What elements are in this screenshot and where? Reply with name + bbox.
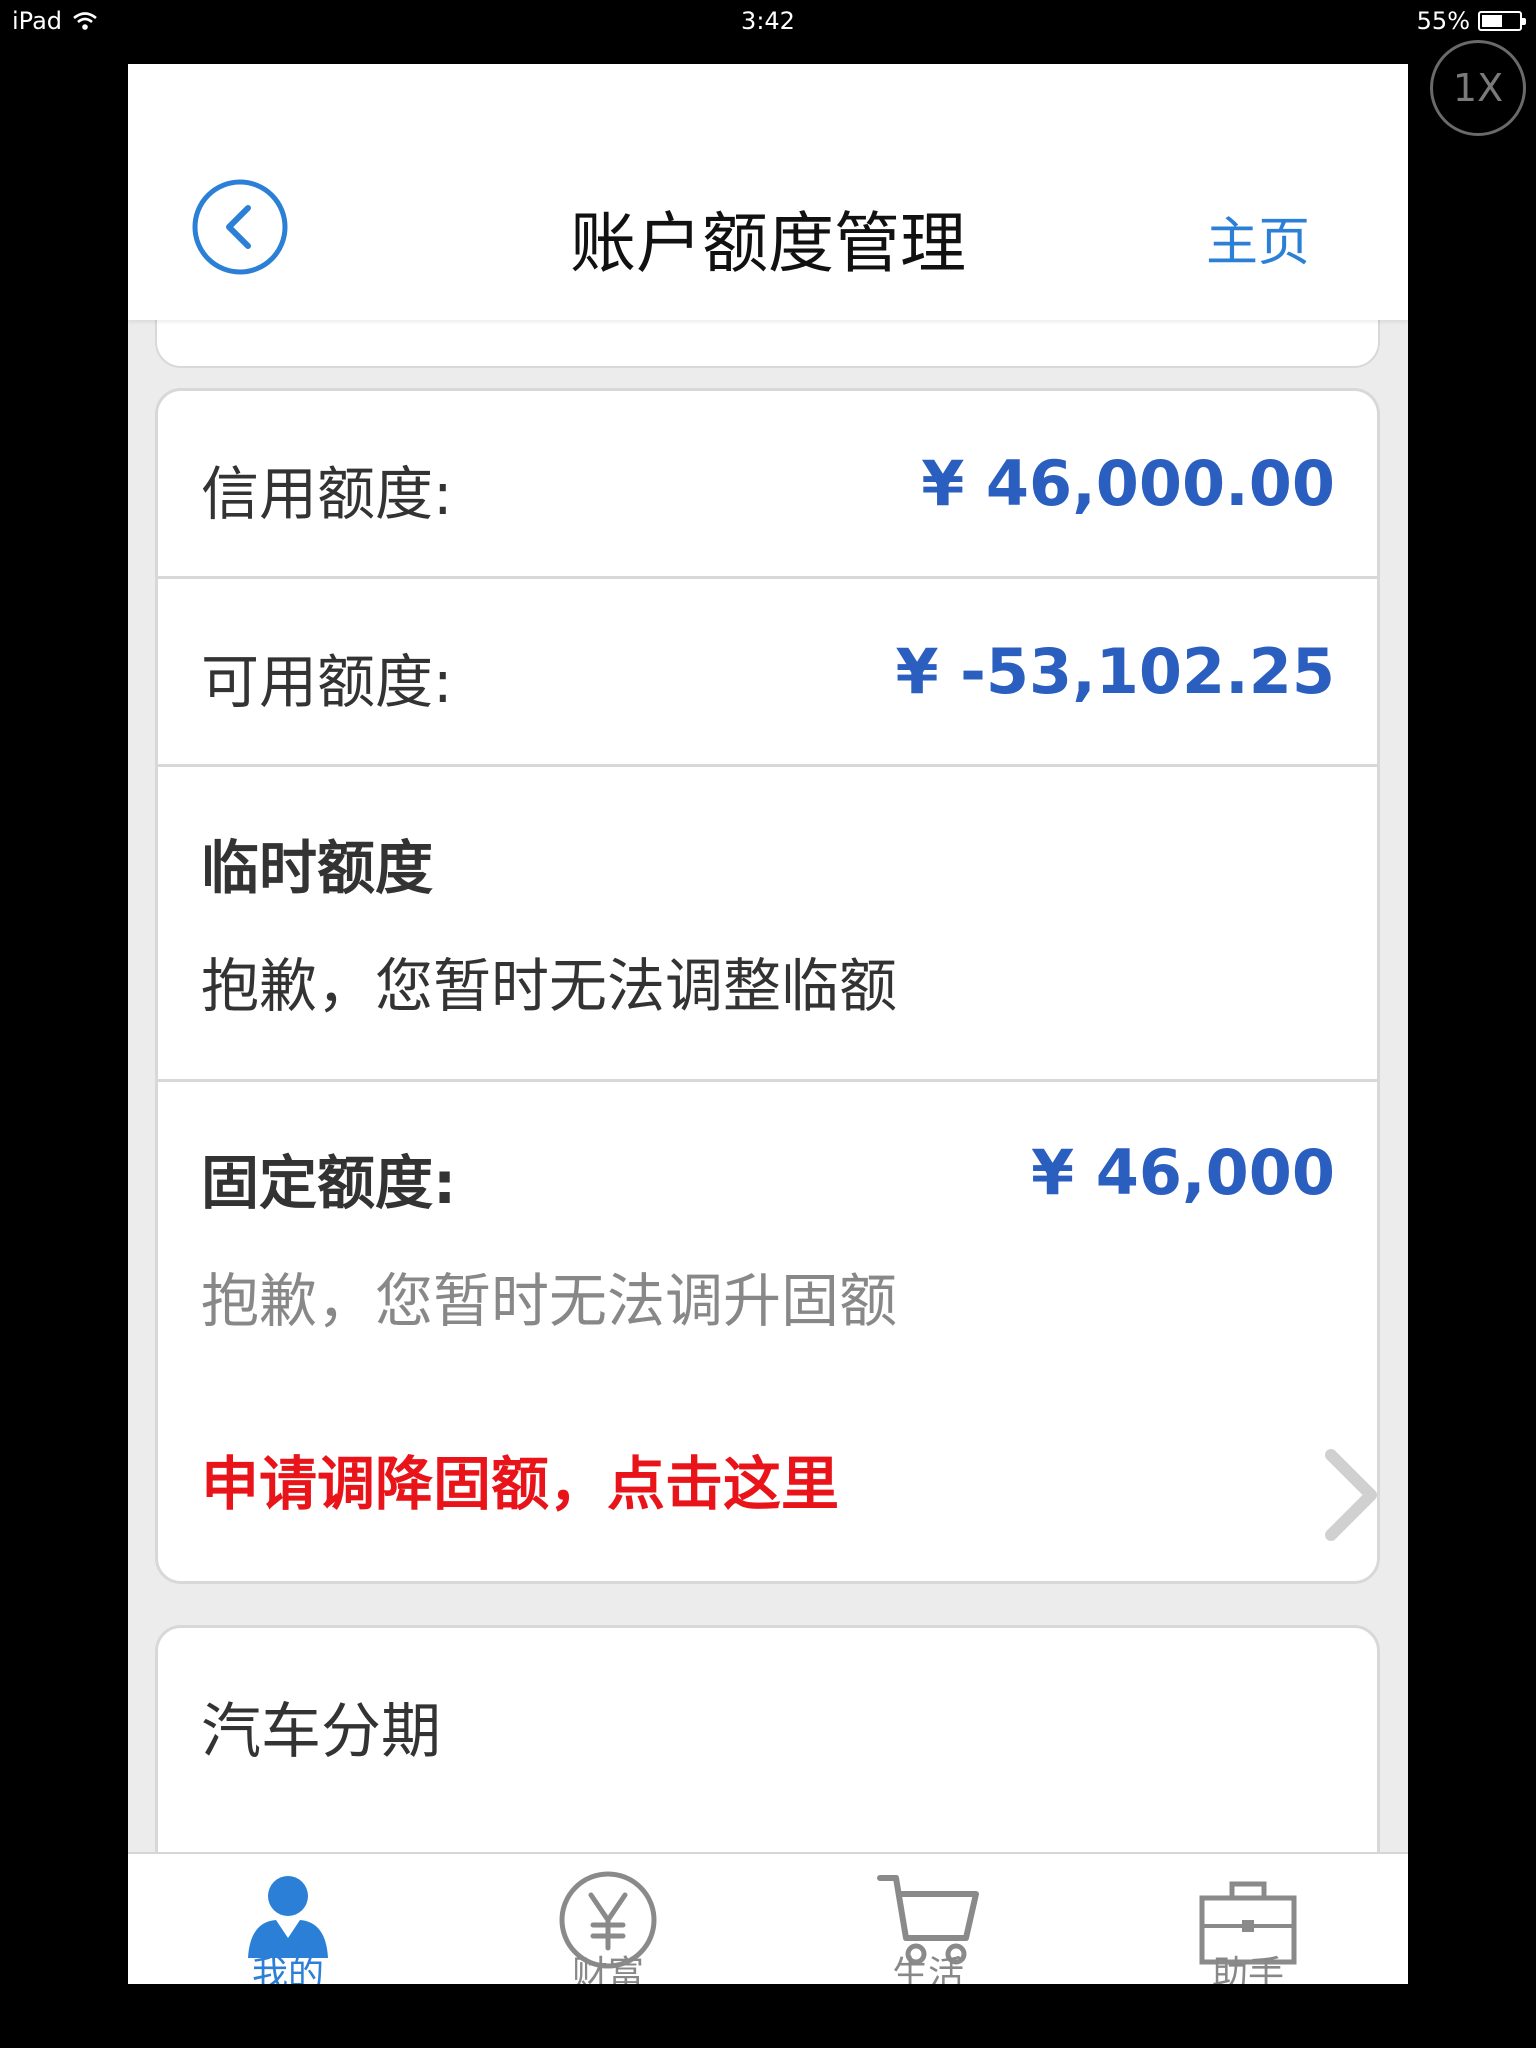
home-link[interactable]: 主页 (1206, 200, 1310, 275)
available-limit-label: 可用额度: (201, 648, 453, 716)
status-time: 3:42 (741, 7, 795, 35)
fixed-limit-value: ¥ 46,000 (1031, 1136, 1335, 1209)
chevron-right-icon[interactable] (1321, 1447, 1377, 1543)
battery-fill (1482, 15, 1502, 27)
status-bar: iPad 3:42 55% (0, 0, 1536, 42)
previous-card-edge (155, 320, 1380, 368)
temporary-limit-row: 临时额度 抱歉，您暂时无法调整临额 (158, 767, 1377, 1082)
available-limit-row: 可用额度: ¥ -53,102.25 (158, 579, 1377, 767)
zoom-toggle-button[interactable]: 1X (1430, 40, 1526, 136)
tab-wealth-label: 财富 (571, 1954, 644, 1984)
limits-card: 信用额度: ¥ 46,000.00 可用额度: ¥ -53,102.25 临时额… (155, 388, 1380, 1584)
tab-life[interactable]: 生活 (768, 1854, 1088, 1984)
tab-assistant-label: 助手 (1211, 1954, 1284, 1984)
car-installment-card[interactable]: 汽车分期 (155, 1625, 1380, 1852)
tab-wealth[interactable]: 财富 (448, 1854, 768, 1984)
tab-mine[interactable]: 我的 (128, 1854, 448, 1984)
credit-limit-value: ¥ 46,000.00 (921, 447, 1335, 520)
battery-icon (1478, 11, 1526, 31)
tab-mine-label: 我的 (251, 1954, 324, 1984)
credit-limit-label: 信用额度: (201, 460, 453, 528)
available-limit-value: ¥ -53,102.25 (895, 635, 1335, 708)
nav-bar: 账户额度管理 主页 (128, 64, 1408, 320)
tab-life-label: 生活 (891, 1954, 964, 1984)
tab-bar: 我的 财富 生活 助手 (128, 1852, 1408, 1984)
fixed-limit-label: 固定额度: (201, 1149, 457, 1217)
screen: iPad 3:42 55% 1X 账户额度管理 主页 信用额度: ¥ 46,00… (0, 0, 1536, 2048)
battery-percent: 55% (1416, 7, 1470, 35)
scroll-content[interactable]: 信用额度: ¥ 46,000.00 可用额度: ¥ -53,102.25 临时额… (128, 320, 1408, 1852)
credit-limit-row: 信用额度: ¥ 46,000.00 (158, 391, 1377, 579)
app-window: 账户额度管理 主页 信用额度: ¥ 46,000.00 可用额度: ¥ -53,… (128, 64, 1408, 1984)
fixed-limit-message: 抱歉，您暂时无法调升固额 (201, 1267, 898, 1335)
car-installment-title: 汽车分期 (201, 1697, 441, 1767)
decrease-limit-link[interactable]: 申请调降固额，点击这里 (201, 1437, 839, 1521)
temporary-limit-message: 抱歉，您暂时无法调整临额 (201, 952, 898, 1020)
tab-assistant[interactable]: 助手 (1088, 1854, 1408, 1984)
temporary-limit-title: 临时额度 (201, 834, 434, 902)
status-right: 55% (1416, 7, 1526, 35)
